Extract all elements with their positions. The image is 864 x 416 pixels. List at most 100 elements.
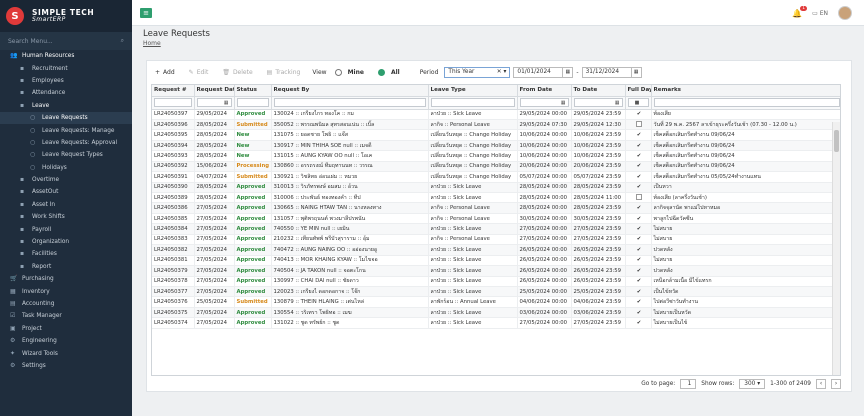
date-from-input[interactable]: 01/01/2024 bbox=[513, 66, 564, 78]
menu-toggle-icon[interactable]: ≡ bbox=[140, 8, 152, 18]
table-row[interactable]: LR24050396 28/05/2024 Submitted 350052 :: พ… bbox=[152, 119, 840, 131]
sidebar-item-facilities[interactable]: ▪ Facilities bbox=[0, 248, 132, 260]
view-all-radio[interactable]: All bbox=[376, 68, 402, 76]
column-header[interactable]: Status bbox=[234, 85, 272, 97]
column-header[interactable]: Request Date bbox=[194, 85, 235, 97]
table-cell: เช็คสต็อกเสิมกรีตทำงาน 09/06/24 bbox=[651, 140, 840, 152]
table-cell: 04/07/2024 bbox=[194, 171, 235, 183]
table-row[interactable]: LR24050397 29/05/2024 Approved 130024 :: เก… bbox=[152, 109, 840, 120]
column-header[interactable]: Request By bbox=[271, 85, 429, 97]
sidebar-item-recruitment[interactable]: ▪ Recruitment bbox=[0, 62, 132, 74]
column-filter-input[interactable]: ▦ bbox=[519, 98, 569, 107]
table-row[interactable]: LR24050385 27/05/2024 Approved 131057 :: พุ… bbox=[152, 213, 840, 225]
column-header[interactable]: Full Day bbox=[625, 85, 652, 97]
date-to-input[interactable]: 31/12/2024 bbox=[581, 66, 632, 78]
search-menu-input[interactable]: Search Menu... ⌕ bbox=[0, 32, 132, 50]
column-header[interactable]: Request # bbox=[152, 85, 195, 97]
language-selector[interactable]: ▭ EN bbox=[812, 10, 828, 17]
sidebar-item-employees[interactable]: ▪ Employees bbox=[0, 75, 132, 87]
sidebar-item-report[interactable]: ▪ Report bbox=[0, 261, 132, 273]
check-icon: ✔ bbox=[636, 163, 642, 170]
breadcrumb-home[interactable]: Home bbox=[143, 40, 161, 47]
check-icon: ✔ bbox=[636, 278, 642, 285]
sidebar-item-leave[interactable]: ▪ Leave bbox=[0, 100, 132, 112]
sidebar-item-settings[interactable]: ⚙ Settings bbox=[0, 360, 132, 372]
table-row[interactable]: LR24050389 28/05/2024 Approved 310006 :: ปร… bbox=[152, 192, 840, 204]
column-filter-input[interactable]: ▦ bbox=[196, 98, 232, 107]
sidebar-item-leave-requests-manage[interactable]: ○ Leave Requests: Manage bbox=[0, 124, 132, 136]
table-cell: LR24050386 bbox=[152, 202, 195, 214]
column-filter-input[interactable]: ▦ bbox=[573, 98, 623, 107]
sidebar-item-asset-in[interactable]: ▪ Asset In bbox=[0, 199, 132, 211]
table-row[interactable]: LR24050394 28/05/2024 New 130917 :: MIN THI… bbox=[152, 140, 840, 152]
sidebar-item-task-manager[interactable]: ☑ Task Manager bbox=[0, 310, 132, 322]
sidebar-item-human-resources[interactable]: 👥 Human Resources bbox=[0, 50, 132, 62]
sidebar-item-wizard-tools[interactable]: ✦ Wizard Tools bbox=[0, 347, 132, 359]
column-filter-input[interactable] bbox=[273, 98, 426, 107]
sidebar-item-inventory[interactable]: ▦ Inventory bbox=[0, 285, 132, 297]
table-cell: Submitted bbox=[234, 296, 272, 308]
avatar[interactable] bbox=[838, 6, 852, 20]
full-day-cell: ✔ bbox=[625, 276, 652, 287]
sidebar-item-attendance[interactable]: ▪ Attendance bbox=[0, 87, 132, 99]
full-day-cell: ✔ bbox=[625, 265, 652, 277]
table-cell: 27/05/2024 bbox=[194, 213, 235, 225]
table-row[interactable]: LR24050375 27/05/2024 Approved 130554 :: วร… bbox=[152, 307, 840, 319]
next-page-button[interactable]: › bbox=[831, 379, 841, 389]
table-row[interactable]: LR24050381 27/05/2024 Approved 740413 :: MO… bbox=[152, 255, 840, 267]
sidebar-item-organization[interactable]: ▪ Organization bbox=[0, 236, 132, 248]
sidebar-item-leave-requests-approval[interactable]: ○ Leave Requests: Approval bbox=[0, 137, 132, 149]
column-filter-input[interactable]: ■ bbox=[627, 98, 649, 107]
full-day-cell: ✔ bbox=[625, 255, 652, 267]
column-filter-input[interactable] bbox=[236, 98, 269, 107]
sidebar-item-leave-request-types[interactable]: ○ Leave Request Types bbox=[0, 149, 132, 161]
column-filter-input[interactable] bbox=[653, 98, 840, 107]
sidebar-item-holidays[interactable]: ○ Holidays bbox=[0, 162, 132, 174]
column-header[interactable]: Leave Type bbox=[428, 85, 518, 97]
column-header[interactable]: To Date bbox=[571, 85, 626, 97]
column-header[interactable]: From Date bbox=[517, 85, 572, 97]
column-header[interactable]: Remarks bbox=[651, 85, 840, 97]
prev-page-button[interactable]: ‹ bbox=[816, 379, 826, 389]
table-row[interactable]: LR24050376 25/05/2024 Submitted 130879 :: T… bbox=[152, 296, 840, 308]
sidebar-item-payroll[interactable]: ▪ Payroll bbox=[0, 223, 132, 235]
sidebar-item-engineering[interactable]: ⚙ Engineering bbox=[0, 335, 132, 347]
vertical-scrollbar[interactable] bbox=[832, 122, 840, 375]
sidebar-item-assetout[interactable]: ▪ AssetOut bbox=[0, 186, 132, 198]
delete-button[interactable]: 🗑 Delete bbox=[220, 69, 254, 76]
table-row[interactable]: LR24050393 28/05/2024 New 131015 :: AUNG KY… bbox=[152, 150, 840, 162]
page-input[interactable]: 1 bbox=[680, 379, 697, 389]
period-select[interactable]: This Year ✕ ▾ bbox=[444, 66, 511, 78]
sidebar-item-leave-requests[interactable]: ○ Leave Requests bbox=[0, 111, 132, 125]
column-filter-input[interactable] bbox=[430, 98, 515, 107]
scrollbar-thumb[interactable] bbox=[834, 130, 839, 152]
table-row[interactable]: LR24050392 15/06/2024 Processing 130860 :: … bbox=[152, 161, 840, 173]
sidebar-item-purchasing[interactable]: 🛒 Purchasing bbox=[0, 273, 132, 285]
calendar-icon[interactable]: ▦ bbox=[563, 66, 574, 78]
view-mine-radio[interactable]: Mine bbox=[333, 68, 366, 76]
column-filter-input[interactable] bbox=[154, 98, 192, 107]
table-row[interactable]: LR24050378 27/05/2024 Approved 130997 :: CH… bbox=[152, 276, 840, 287]
leave-icon: ▪ bbox=[20, 101, 25, 109]
sidebar-item-accounting[interactable]: ▤ Accounting bbox=[0, 298, 132, 310]
table-row[interactable]: LR24050395 28/05/2024 New 131075 :: ยอดชาย … bbox=[152, 129, 840, 141]
sidebar-item-work-shifts[interactable]: ▪ Work Shifts bbox=[0, 211, 132, 223]
table-row[interactable]: LR24050379 27/05/2024 Approved 740504 :: JA… bbox=[152, 265, 840, 277]
sidebar-item-project[interactable]: ▣ Project bbox=[0, 323, 132, 335]
table-row[interactable]: LR24050391 04/07/2024 Submitted 130921 :: ว… bbox=[152, 171, 840, 183]
edit-button[interactable]: ✎ Edit bbox=[187, 69, 211, 76]
bell-icon[interactable]: 🔔 1 bbox=[792, 5, 808, 18]
calendar-icon[interactable]: ▦ bbox=[631, 66, 642, 78]
sidebar-item-overtime[interactable]: ▪ Overtime bbox=[0, 174, 132, 186]
table-row[interactable]: LR24050383 27/05/2024 Approved 210232 :: เท… bbox=[152, 234, 840, 246]
rows-per-page-select[interactable]: 300 ▾ bbox=[739, 379, 766, 389]
table-row[interactable]: LR24050384 27/05/2024 Approved 740550 :: YE… bbox=[152, 223, 840, 235]
tracking-button[interactable]: ▤ Tracking bbox=[265, 69, 303, 76]
table-row[interactable]: LR24050377 27/05/2024 Approved 120023 :: เก… bbox=[152, 286, 840, 298]
table-row[interactable]: LR24050382 27/05/2024 Approved 740472 :: AU… bbox=[152, 244, 840, 256]
table-row[interactable]: LR24050386 27/05/2024 Approved 130665 :: NA… bbox=[152, 202, 840, 214]
brand[interactable]: S SIMPLE TECH SmartERP bbox=[0, 0, 132, 32]
table-row[interactable]: LR24050374 27/05/2024 Approved 131022 :: ชู… bbox=[152, 317, 840, 329]
add-button[interactable]: + Add bbox=[153, 69, 177, 76]
table-row[interactable]: LR24050390 28/05/2024 Approved 310013 :: วิ… bbox=[152, 182, 840, 194]
